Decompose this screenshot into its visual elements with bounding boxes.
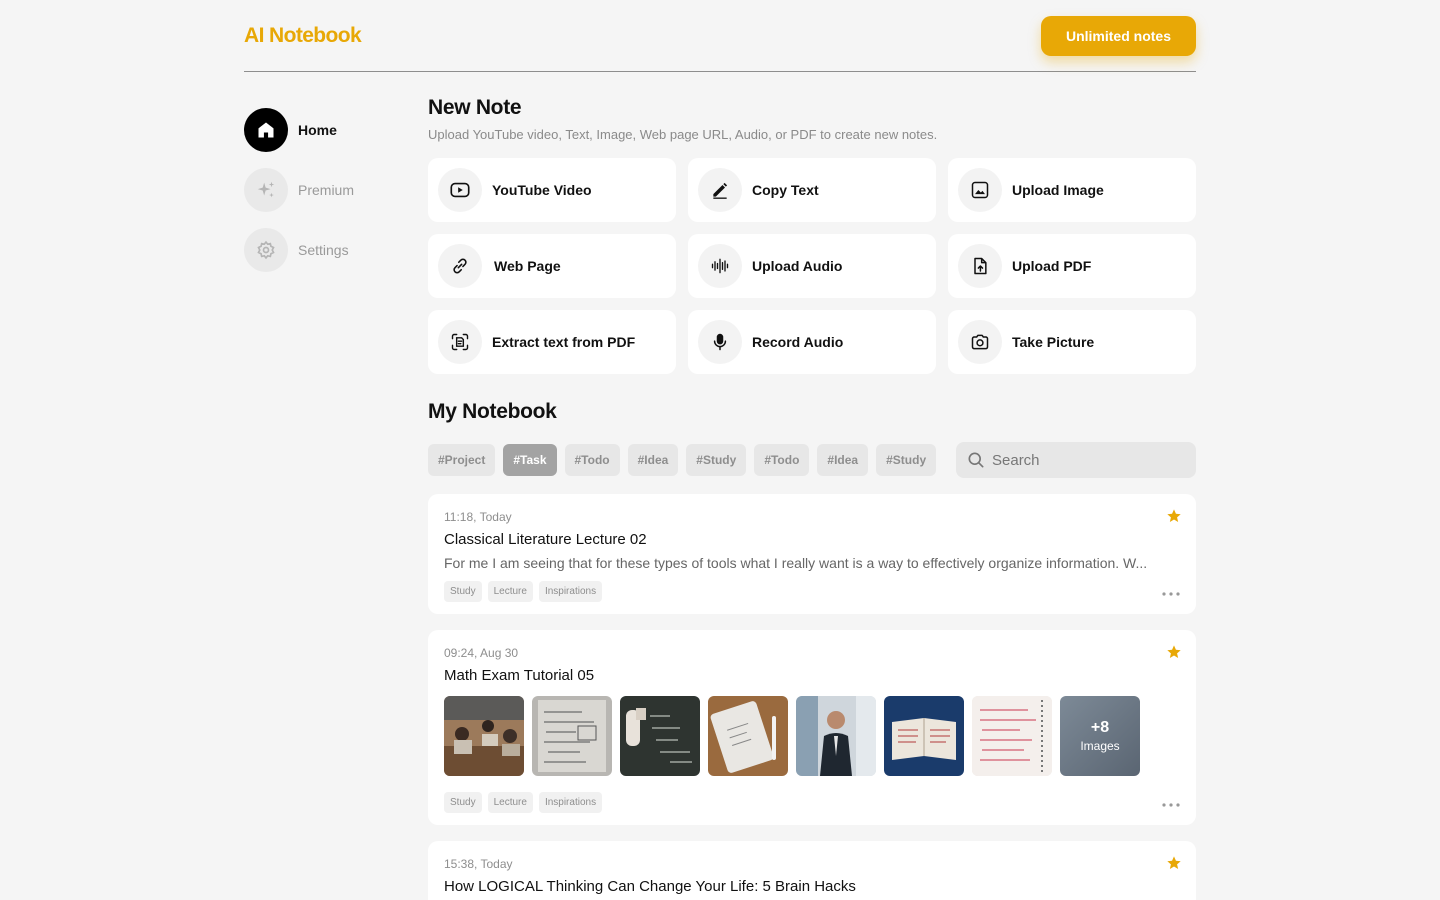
note-title: Math Exam Tutorial 05	[444, 667, 595, 684]
star-icon[interactable]	[1166, 508, 1182, 524]
extract-text-option[interactable]: Extract text from PDF	[428, 310, 676, 374]
app-logo[interactable]: AI Notebook	[244, 24, 362, 48]
nav-label: Home	[298, 122, 337, 138]
thumbnail-open-book[interactable]	[884, 696, 964, 776]
nav-item-settings[interactable]: Settings	[244, 228, 404, 272]
gear-icon	[244, 228, 288, 272]
note-tag[interactable]: Study	[444, 792, 482, 813]
sparkle-icon	[244, 168, 288, 212]
thumbnail-study-notes[interactable]	[972, 696, 1052, 776]
nav-label: Settings	[298, 242, 349, 258]
option-label: Web Page	[494, 258, 561, 274]
my-notebook-title: My Notebook	[428, 400, 557, 423]
image-icon	[958, 168, 1002, 212]
option-label: Record Audio	[752, 334, 844, 350]
home-icon	[244, 108, 288, 152]
more-images-label: Images	[1080, 739, 1120, 753]
upload-image-option[interactable]: Upload Image	[948, 158, 1196, 222]
more-options-icon[interactable]	[1162, 592, 1180, 596]
link-icon	[438, 244, 482, 288]
microphone-icon	[698, 320, 742, 364]
thumbnail-handwritten-notes[interactable]	[532, 696, 612, 776]
note-tag[interactable]: Study	[444, 581, 482, 602]
pen-icon	[698, 168, 742, 212]
more-images-button[interactable]: +8 Images	[1060, 696, 1140, 776]
take-picture-option[interactable]: Take Picture	[948, 310, 1196, 374]
option-label: Take Picture	[1012, 334, 1095, 350]
note-excerpt: For me I am seeing that for these types …	[444, 555, 1148, 571]
top-bar: AI Notebook Unlimited notes	[244, 0, 1196, 72]
web-page-option[interactable]: Web Page	[428, 234, 676, 298]
note-card[interactable]: 11:18, Today Classical Literature Lectur…	[428, 494, 1196, 614]
upload-pdf-option[interactable]: Upload PDF	[948, 234, 1196, 298]
new-note-options: YouTube Video Copy Text Upload Image Web…	[428, 158, 1196, 374]
nav-item-home[interactable]: Home	[244, 108, 404, 152]
copy-text-option[interactable]: Copy Text	[688, 158, 936, 222]
nav-item-premium[interactable]: Premium	[244, 168, 404, 212]
star-icon[interactable]	[1166, 855, 1182, 871]
note-tag[interactable]: Inspirations	[538, 581, 603, 602]
file-upload-icon	[958, 244, 1002, 288]
option-label: Upload Image	[1012, 182, 1104, 198]
option-label: Upload Audio	[752, 258, 843, 274]
tag-chip-project[interactable]: #Project	[428, 444, 496, 476]
waveform-icon	[698, 244, 742, 288]
note-card[interactable]: 09:24, Aug 30 Math Exam Tutorial 05 +8 I…	[428, 630, 1196, 825]
thumbnail-classroom[interactable]	[444, 696, 524, 776]
note-tags: Study Lecture Inspirations	[444, 792, 1180, 813]
nav-label: Premium	[298, 182, 355, 198]
tag-chip-idea[interactable]: #Idea	[627, 444, 679, 476]
note-time: 09:24, Aug 30	[444, 646, 519, 660]
tag-chip-idea[interactable]: #Idea	[817, 444, 869, 476]
thumbnail-tablet[interactable]	[708, 696, 788, 776]
scan-text-icon	[438, 320, 482, 364]
note-tags: Study Lecture Inspirations	[444, 581, 1180, 602]
option-label: YouTube Video	[492, 182, 592, 198]
star-icon[interactable]	[1166, 644, 1182, 660]
tag-chip-study[interactable]: #Study	[686, 444, 747, 476]
search-box[interactable]	[956, 442, 1196, 478]
record-audio-option[interactable]: Record Audio	[688, 310, 936, 374]
tag-chip-study[interactable]: #Study	[876, 444, 937, 476]
note-tag[interactable]: Inspirations	[538, 792, 603, 813]
note-image-gallery: +8 Images	[444, 696, 1180, 776]
option-label: Extract text from PDF	[492, 334, 636, 350]
new-note-title: New Note	[428, 96, 522, 119]
tag-chip-task[interactable]: #Task	[503, 444, 557, 476]
option-label: Copy Text	[752, 182, 819, 198]
more-options-icon[interactable]	[1162, 803, 1180, 807]
unlimited-notes-button[interactable]: Unlimited notes	[1041, 16, 1196, 56]
tag-chip-todo[interactable]: #Todo	[754, 444, 810, 476]
camera-icon	[958, 320, 1002, 364]
sidebar-nav: Home Premium Settings	[244, 108, 404, 288]
search-icon	[968, 452, 984, 468]
note-title: How LOGICAL Thinking Can Change Your Lif…	[444, 878, 856, 895]
tag-filter-list[interactable]: #Project #Task #Todo #Idea #Study #Todo …	[428, 444, 944, 476]
note-tag[interactable]: Lecture	[487, 792, 533, 813]
search-input[interactable]	[992, 451, 1182, 469]
tag-chip-todo[interactable]: #Todo	[564, 444, 620, 476]
upload-audio-option[interactable]: Upload Audio	[688, 234, 936, 298]
youtube-video-option[interactable]: YouTube Video	[428, 158, 676, 222]
note-time: 11:18, Today	[444, 510, 512, 524]
thumbnail-chalkboard[interactable]	[620, 696, 700, 776]
more-images-count: +8	[1090, 719, 1110, 736]
note-title: Classical Literature Lecture 02	[444, 531, 647, 548]
youtube-icon	[438, 168, 482, 212]
note-time: 15:38, Today	[444, 857, 513, 871]
thumbnail-lecturer[interactable]	[796, 696, 876, 776]
option-label: Upload PDF	[1012, 258, 1092, 274]
filter-row: #Project #Task #Todo #Idea #Study #Todo …	[428, 442, 1196, 478]
note-card[interactable]: 15:38, Today How LOGICAL Thinking Can Ch…	[428, 841, 1196, 900]
main-content: New Note Upload YouTube video, Text, Ima…	[428, 96, 1196, 900]
note-tag[interactable]: Lecture	[487, 581, 533, 602]
new-note-subtitle: Upload YouTube video, Text, Image, Web p…	[428, 127, 938, 142]
